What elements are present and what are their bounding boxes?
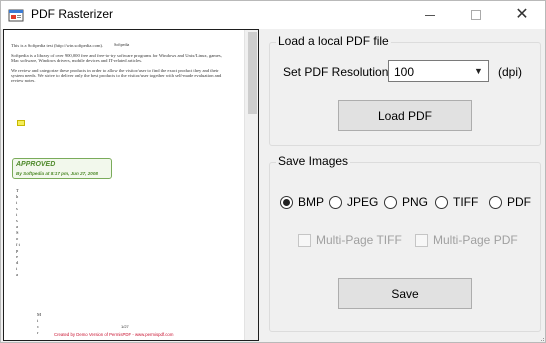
radio-label: PNG (402, 195, 429, 209)
resolution-dropdown[interactable]: 100 ▼ (388, 60, 489, 82)
dpi-label: (dpi) (498, 65, 523, 79)
multi-page-pdf-checkbox[interactable]: Multi-Page PDF (415, 233, 518, 247)
window-title: PDF Rasterizer (31, 7, 114, 21)
page-number: 1/27 (121, 324, 129, 329)
scrollbar-thumb[interactable] (248, 32, 257, 114)
multi-page-tiff-checkbox[interactable]: Multi-Page TIFF (298, 233, 402, 247)
radio-button[interactable] (489, 195, 502, 209)
radio-button[interactable] (435, 195, 448, 209)
maximize-button[interactable] (453, 1, 499, 29)
radio-png[interactable]: PNG (384, 195, 428, 209)
radio-bmp[interactable]: BMP (280, 195, 324, 209)
sticky-note-icon (17, 120, 25, 126)
stamp-title: APPROVED (16, 161, 56, 168)
vertical-text: M i c r (37, 312, 42, 335)
stamp-subtitle: By Softpedia at 8:17 pm, Jun 27, 2008 (16, 171, 98, 176)
approved-stamp: APPROVED By Softpedia at 8:17 pm, Jun 27… (12, 158, 112, 179)
checkbox-label: Multi-Page PDF (433, 233, 518, 247)
app-icon (8, 9, 24, 22)
checkbox[interactable] (415, 233, 428, 247)
pdf-preview-pane[interactable]: Softpedia This is a Softpedia test (http… (3, 29, 259, 341)
vertical-text: T h i s i s a S o f t p e d i a (16, 188, 20, 277)
minimize-button[interactable] (407, 1, 453, 29)
radio-selected-dot (283, 198, 290, 206)
checkbox-label: Multi-Page TIFF (316, 233, 402, 247)
resolution-value: 100 (394, 65, 415, 79)
chevron-down-icon[interactable]: ▼ (470, 62, 487, 80)
save-button[interactable]: Save (338, 278, 472, 309)
vertical-scrollbar[interactable] (244, 30, 258, 340)
radio-jpeg[interactable]: JPEG (329, 195, 378, 209)
radio-button[interactable] (329, 195, 342, 209)
page-text-line: system needs. We strive to deliver only … (11, 73, 222, 78)
resize-grip-icon[interactable] (537, 335, 545, 342)
radio-button[interactable] (280, 195, 293, 209)
load-pdf-button[interactable]: Load PDF (338, 100, 472, 131)
page-text-line: This is a Softpedia test (http://win.sof… (11, 43, 104, 48)
radio-pdf[interactable]: PDF (489, 195, 531, 209)
page-text-line: Mac software, Windows drivers, mobile de… (11, 58, 143, 63)
maximize-icon (471, 10, 481, 20)
group-title: Load a local PDF file (276, 34, 391, 48)
page-header-label: Softpedia (114, 42, 130, 47)
radio-label: JPEG (347, 195, 379, 209)
close-button[interactable]: ✕ (499, 1, 545, 29)
radio-button[interactable] (384, 195, 397, 209)
title-bar[interactable]: PDF Rasterizer ✕ (1, 1, 545, 29)
group-title: Save Images (276, 154, 351, 168)
close-icon: ✕ (515, 6, 529, 23)
radio-tiff[interactable]: TIFF (435, 195, 478, 209)
checkbox[interactable] (298, 233, 311, 247)
app-window: PDF Rasterizer ✕ Softpedia This is a Sof… (0, 0, 546, 343)
pdf-page: Softpedia This is a Softpedia test (http… (4, 30, 244, 340)
page-text-line: review notes. (11, 78, 36, 83)
minimize-icon (425, 14, 435, 16)
radio-label: BMP (298, 195, 325, 209)
radio-label: PDF (507, 195, 531, 209)
watermark-footer: Created by Demo Version of PermisPDF - w… (54, 332, 174, 337)
resolution-label: Set PDF Resolution: (283, 65, 392, 79)
radio-label: TIFF (453, 195, 479, 209)
